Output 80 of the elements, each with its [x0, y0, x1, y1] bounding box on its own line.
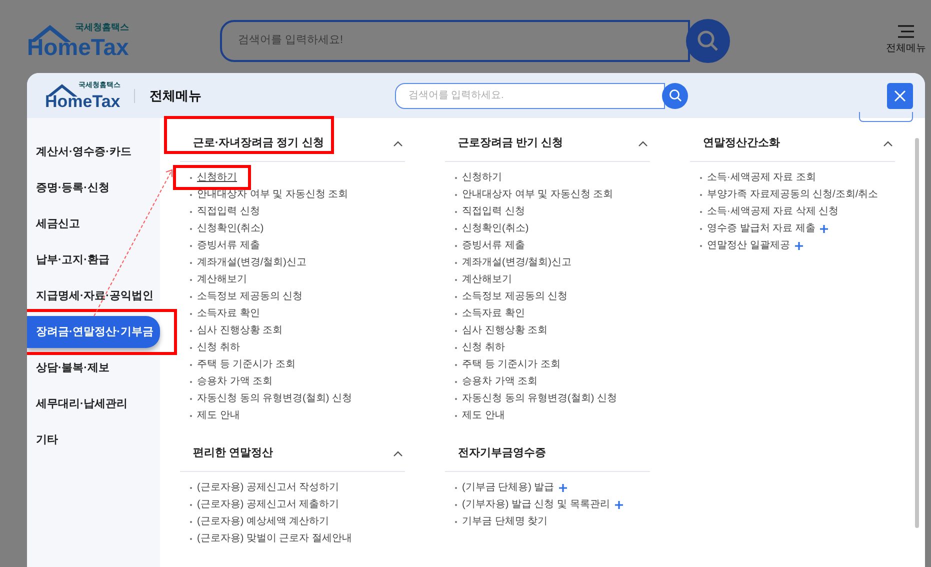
- menu-link[interactable]: 영수증 발급처 자료 제출: [707, 221, 828, 236]
- menu-link[interactable]: 신청 취하: [197, 340, 240, 355]
- menu-link[interactable]: 신청 취하: [462, 340, 505, 355]
- plus-icon[interactable]: [794, 242, 803, 250]
- menu-link[interactable]: 소득자료 확인: [462, 306, 525, 321]
- chevron-up-icon[interactable]: [393, 140, 403, 146]
- menu-link[interactable]: 직접입력 신청: [197, 204, 260, 219]
- menu-link[interactable]: (근로자용) 예상세액 계산하기: [197, 514, 330, 529]
- section-title[interactable]: 연말정산간소화: [703, 135, 780, 152]
- section-title[interactable]: 근로장려금 반기 신청: [458, 135, 564, 152]
- partial-button[interactable]: [859, 112, 913, 122]
- chevron-up-icon[interactable]: [638, 140, 648, 146]
- menu-link[interactable]: 승용차 가액 조회: [462, 374, 538, 389]
- menu-icon: [898, 25, 914, 38]
- menu-link[interactable]: 소득·세액공제 자료 조회: [707, 170, 816, 185]
- plus-icon[interactable]: [820, 224, 828, 232]
- menu-link[interactable]: 안내대상자 여부 및 자동신청 조회: [197, 187, 348, 202]
- menu-link[interactable]: (근로자용) 공제신고서 작성하기: [197, 480, 340, 495]
- search-icon: [668, 89, 682, 102]
- menu-link[interactable]: 신청하기: [462, 170, 502, 185]
- menu-link[interactable]: 승용차 가액 조회: [197, 374, 273, 389]
- menu-link[interactable]: 증빙서류 제출: [197, 238, 260, 253]
- menu-link[interactable]: 계산해보기: [197, 272, 247, 287]
- search-button[interactable]: [686, 18, 730, 62]
- menu-link[interactable]: 계좌개설(변경/철회)신고: [197, 255, 306, 270]
- section-title[interactable]: 근로·자녀장려금 정기 신청: [193, 135, 324, 152]
- close-icon: [894, 90, 906, 102]
- menu-link[interactable]: (근로자용) 맞벌이 근로자 절세안내: [197, 531, 352, 546]
- menu-link[interactable]: 신청하기: [197, 170, 237, 185]
- close-button[interactable]: [887, 82, 913, 108]
- menu-link[interactable]: 부양가족 자료제공동의 신청/조회/취소: [707, 187, 878, 202]
- logo-text: HomeTax: [45, 92, 120, 110]
- section-title[interactable]: 편리한 연말정산: [193, 445, 274, 462]
- search-icon: [697, 30, 719, 52]
- menu-link[interactable]: (근로자용) 공제신고서 제출하기: [197, 497, 340, 512]
- menu-link[interactable]: 계산해보기: [462, 272, 512, 287]
- sidebar-item[interactable]: 장려금·연말정산·기부금: [27, 316, 160, 348]
- sidebar-item[interactable]: 납부·고지·환급: [27, 244, 110, 276]
- logo-subtitle: 국세청홈택스: [74, 22, 129, 32]
- sidebar-item[interactable]: 기타: [27, 424, 58, 456]
- menu-link[interactable]: 심사 진행상황 조회: [462, 323, 548, 338]
- search-placeholder: 검색어를 입력하세요.: [408, 89, 504, 103]
- menu-link[interactable]: 소득자료 확인: [197, 306, 260, 321]
- sidebar-item[interactable]: 세무대리·납세관리: [27, 388, 128, 420]
- modal-title: 전체메뉴: [149, 86, 202, 105]
- menu-link[interactable]: 증빙서류 제출: [462, 238, 525, 253]
- menu-link[interactable]: 소득정보 제공동의 신청: [197, 289, 303, 304]
- menu-link[interactable]: 직접입력 신청: [462, 204, 525, 219]
- menu-link[interactable]: 소득정보 제공동의 신청: [462, 289, 568, 304]
- chevron-up-icon[interactable]: [393, 450, 403, 456]
- menu-link[interactable]: 소득·세액공제 자료 삭제 신청: [707, 204, 839, 219]
- menu-link[interactable]: 안내대상자 여부 및 자동신청 조회: [462, 187, 614, 202]
- section-title[interactable]: 전자기부금영수증: [458, 445, 546, 462]
- plus-icon[interactable]: [559, 484, 568, 492]
- menu-link[interactable]: 자동신청 동의 유형변경(철회) 신청: [197, 391, 352, 406]
- scrollbar-thumb[interactable]: [915, 138, 919, 528]
- menu-link[interactable]: 심사 진행상황 조회: [197, 323, 283, 338]
- sidebar-item[interactable]: 상담·불복·제보: [27, 352, 110, 384]
- sidebar-item[interactable]: 세금신고: [27, 208, 80, 240]
- menu-link[interactable]: 자동신청 동의 유형변경(철회) 신청: [462, 391, 617, 406]
- sidebar-item[interactable]: 지급명세·자료·공익법인: [27, 280, 154, 312]
- menu-link[interactable]: 제도 안내: [462, 408, 505, 423]
- logo-text: HomeTax: [27, 36, 129, 58]
- search-placeholder: 검색어를 입력하세요!: [238, 33, 344, 48]
- menu-link[interactable]: (기부자용) 발급 신청 및 목록관리: [462, 497, 623, 512]
- menu-link[interactable]: (기부금 단체용) 발급: [462, 480, 568, 495]
- sidebar-item[interactable]: 증명·등록·신청: [27, 172, 110, 204]
- sidebar-item[interactable]: 계산서·영수증·카드: [27, 136, 132, 168]
- menu-link[interactable]: 주택 등 기준시가 조회: [197, 357, 296, 372]
- menu-link[interactable]: 기부금 단체명 찾기: [462, 514, 548, 529]
- menu-link[interactable]: 연말정산 일괄제공: [707, 238, 803, 253]
- chevron-up-icon[interactable]: [883, 140, 893, 146]
- search-button[interactable]: [662, 82, 688, 108]
- menu-link[interactable]: 주택 등 기준시가 조회: [462, 357, 560, 372]
- menu-button[interactable]: 전체메뉴: [886, 25, 926, 56]
- menu-link[interactable]: 신청확인(취소): [462, 221, 529, 236]
- menu-link[interactable]: 제도 안내: [197, 408, 240, 423]
- menu-link[interactable]: 계좌개설(변경/철회)신고: [462, 255, 572, 270]
- menu-link[interactable]: 신청확인(취소): [197, 221, 264, 236]
- plus-icon[interactable]: [614, 500, 623, 508]
